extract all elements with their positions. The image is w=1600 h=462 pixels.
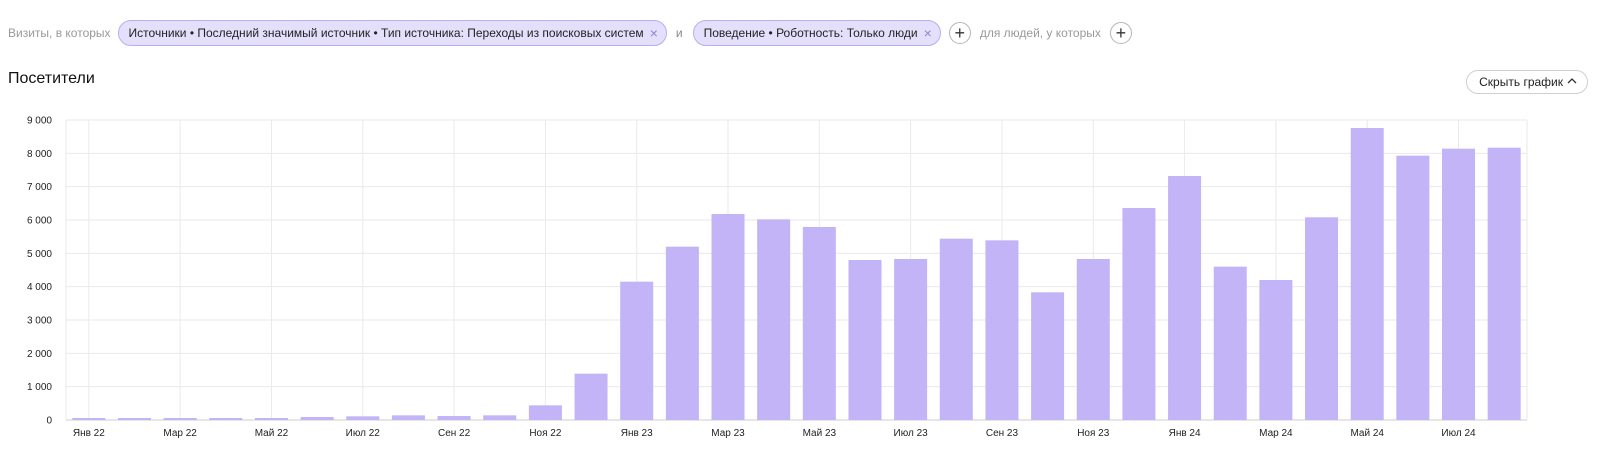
x-tick-label: Июл 22 — [346, 428, 381, 439]
bar — [665, 246, 699, 420]
bar — [757, 219, 791, 420]
hide-chart-label: Скрыть график — [1479, 75, 1563, 89]
visitors-bar-chart: 0 1 000 2 000 3 000 4 000 5 000 6 000 7 000 8 00… — [27, 116, 1528, 439]
bar — [528, 405, 562, 420]
x-tick-label: Май 22 — [255, 428, 289, 439]
chevron-up-icon — [1567, 77, 1577, 88]
bar — [1305, 217, 1339, 420]
x-tick-label: Сен 22 — [438, 428, 471, 439]
close-icon[interactable]: × — [650, 26, 658, 40]
y-tick-label: 8 000 — [27, 149, 52, 160]
y-tick-label: 9 000 — [27, 116, 52, 127]
bar — [574, 373, 608, 420]
hide-chart-button[interactable]: Скрыть график — [1466, 70, 1588, 94]
bar — [1031, 292, 1065, 420]
bar — [117, 418, 151, 420]
bar — [802, 227, 836, 420]
bar — [437, 416, 471, 420]
bar — [209, 418, 243, 420]
x-tick-label: Июл 23 — [894, 428, 929, 439]
bar — [1259, 280, 1293, 420]
bar — [1076, 259, 1110, 420]
x-tick-label: Мар 24 — [1259, 428, 1293, 439]
bar — [1487, 147, 1521, 420]
bar — [163, 418, 197, 420]
bar — [1442, 148, 1476, 420]
bar — [346, 416, 380, 420]
bar — [620, 281, 654, 420]
x-tick-label: Янв 24 — [1169, 428, 1201, 439]
bar — [939, 238, 973, 420]
filter-chip-label: Поведение • Роботность: Только люди — [703, 26, 918, 40]
x-tick-label: Май 23 — [803, 428, 837, 439]
y-tick-label: 1 000 — [27, 382, 52, 393]
y-tick-label: 4 000 — [27, 282, 52, 293]
plus-icon: + — [1115, 23, 1127, 43]
filter-chip-label: Источники • Последний значимый источник … — [128, 26, 644, 40]
close-icon[interactable]: × — [924, 26, 932, 40]
segment-filter-bar: Визиты, в которых Источники • Последний … — [8, 20, 1132, 46]
x-tick-label: Мар 22 — [163, 428, 197, 439]
add-visit-condition-button[interactable]: + — [948, 22, 971, 44]
bar — [894, 259, 928, 420]
plus-icon: + — [954, 23, 966, 43]
bar — [1350, 128, 1384, 420]
x-tick-label: Ноя 22 — [529, 428, 562, 439]
filter-chip-traffic-source[interactable]: Источники • Последний значимый источник … — [117, 20, 667, 46]
y-tick-label: 3 000 — [27, 316, 52, 327]
x-tick-label: Мар 23 — [711, 428, 745, 439]
y-tick-label: 7 000 — [27, 182, 52, 193]
bar — [300, 417, 334, 420]
bar — [72, 418, 106, 420]
people-condition-label: для людей, у которых — [979, 26, 1101, 40]
bar — [711, 214, 745, 420]
x-tick-label: Янв 22 — [73, 428, 105, 439]
y-tick-label: 6 000 — [27, 216, 52, 227]
x-tick-label: Май 24 — [1350, 428, 1384, 439]
bar — [1168, 176, 1202, 420]
bar — [1213, 266, 1247, 420]
bar — [483, 415, 517, 420]
filter-chip-robots[interactable]: Поведение • Роботность: Только люди × — [692, 20, 941, 46]
bar — [985, 240, 1019, 420]
x-tick-label: Янв 23 — [621, 428, 653, 439]
add-people-condition-button[interactable]: + — [1109, 22, 1132, 44]
y-tick-label: 2 000 — [27, 349, 52, 360]
x-tick-label: Ноя 23 — [1077, 428, 1110, 439]
bar — [391, 415, 425, 420]
bar — [1122, 208, 1156, 420]
x-tick-label: Сен 23 — [986, 428, 1019, 439]
conjunction-label: и — [675, 26, 683, 40]
bar — [254, 418, 288, 420]
y-tick-label: 5 000 — [27, 249, 52, 260]
visits-prefix-label: Визиты, в которых — [8, 26, 111, 40]
bar — [848, 260, 882, 420]
chart-title: Посетители — [8, 70, 95, 87]
y-tick-label: 0 — [46, 416, 52, 427]
x-tick-label: Июл 24 — [1441, 428, 1476, 439]
bar — [1396, 155, 1430, 420]
